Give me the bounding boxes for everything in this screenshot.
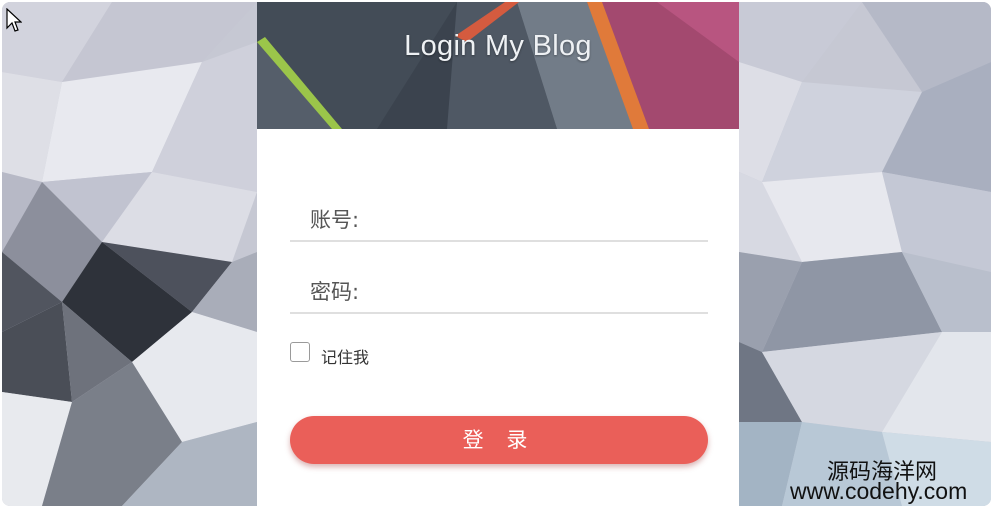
username-input[interactable] bbox=[370, 204, 704, 236]
watermark-url: www.codehy.com bbox=[790, 478, 968, 504]
header-background bbox=[257, 2, 739, 129]
window: Login My Blog 账号: 密码: 记住我 登 录 源码海洋网 www.… bbox=[2, 2, 991, 506]
username-label: 账号: bbox=[310, 208, 360, 232]
remember-me-label: 记住我 bbox=[321, 348, 370, 367]
remember-me[interactable]: 记住我 bbox=[290, 342, 430, 367]
login-button[interactable]: 登 录 bbox=[290, 416, 708, 464]
card-header: Login My Blog bbox=[257, 2, 739, 129]
password-input[interactable] bbox=[370, 276, 704, 308]
login-card: Login My Blog 账号: 密码: 记住我 登 录 bbox=[257, 2, 739, 506]
username-field: 账号: bbox=[290, 200, 708, 242]
password-field: 密码: bbox=[290, 272, 708, 314]
checkbox-icon[interactable] bbox=[290, 342, 310, 362]
mouse-cursor-icon bbox=[6, 8, 22, 32]
page-title: Login My Blog bbox=[404, 30, 592, 62]
password-label: 密码: bbox=[310, 280, 360, 304]
